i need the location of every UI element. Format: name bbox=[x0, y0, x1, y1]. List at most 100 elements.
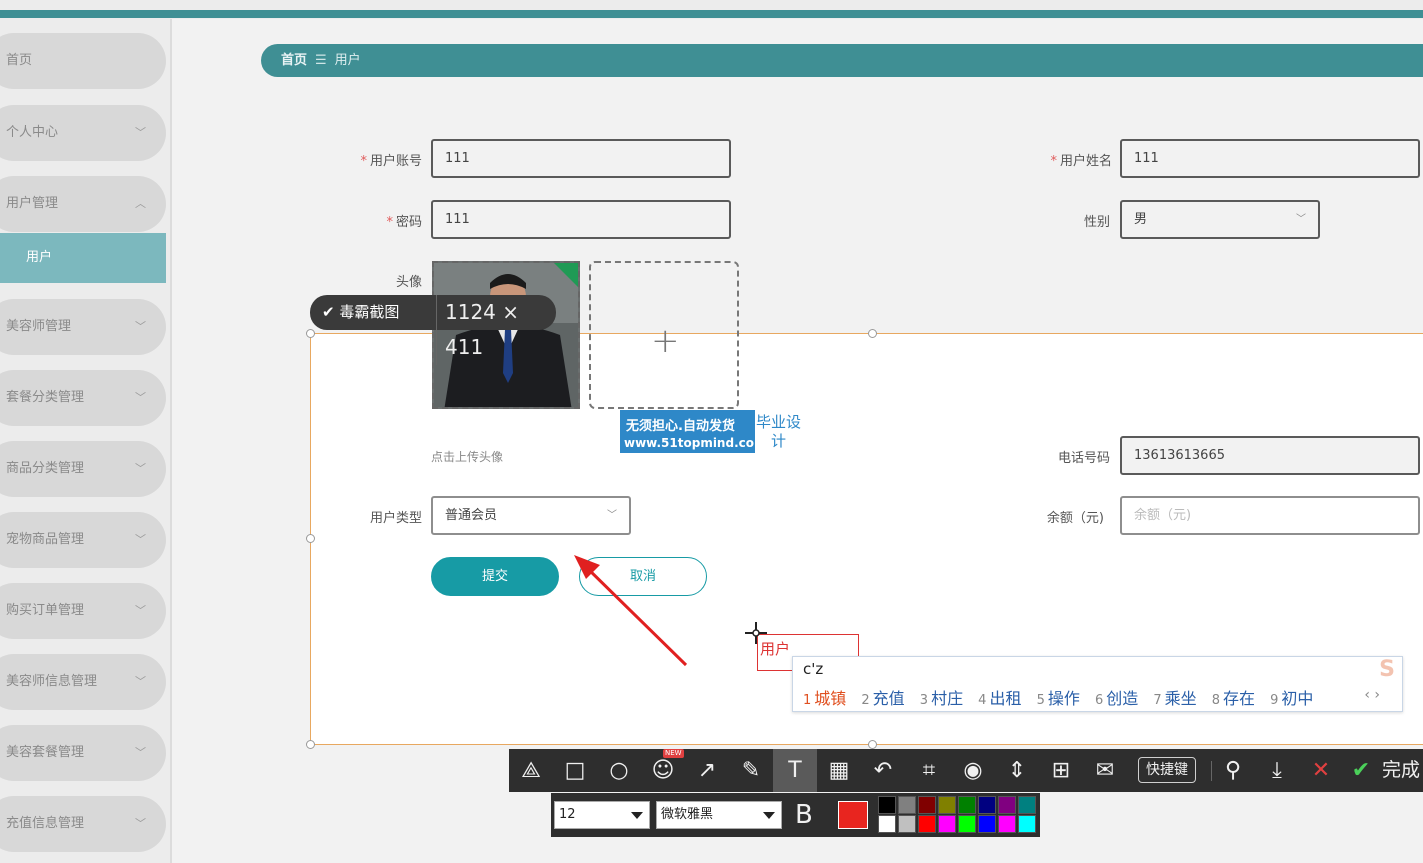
capture-info-badge: ✔ 毒霸截图 1124 × 411 bbox=[310, 295, 556, 365]
breadcrumb-separator-icon: ☰ bbox=[315, 53, 327, 68]
download-icon[interactable]: ⤓ bbox=[1255, 749, 1299, 792]
marker-icon[interactable]: ✎ bbox=[729, 749, 773, 792]
sidebar-item-beautician-management[interactable]: 美容师管理 ﹀ bbox=[0, 299, 166, 355]
sidebar-item-label: 美容师管理 bbox=[6, 319, 72, 334]
color-swatch[interactable] bbox=[998, 815, 1016, 833]
sidebar-item-package-category[interactable]: 套餐分类管理 ﹀ bbox=[0, 370, 166, 426]
user-type-label: 用户类型 bbox=[369, 511, 422, 526]
plus-icon: + bbox=[651, 321, 680, 361]
sidebar-item-home[interactable]: 首页 bbox=[0, 33, 166, 89]
avatar-upload-box[interactable]: + bbox=[589, 261, 739, 409]
chevron-down-icon: ﹀ bbox=[607, 510, 617, 521]
submit-button[interactable]: 提交 bbox=[431, 557, 559, 596]
ocr-icon[interactable]: ⌗ bbox=[907, 749, 951, 792]
sidebar-item-recharge-info[interactable]: 充值信息管理 ﹀ bbox=[0, 796, 166, 852]
name-input[interactable]: 111 bbox=[1120, 139, 1420, 178]
shortcut-button[interactable]: 快捷键 bbox=[1138, 757, 1196, 783]
ime-candidate[interactable]: 6 创造 bbox=[1095, 685, 1138, 709]
chevron-down-icon: ﹀ bbox=[135, 462, 146, 475]
color-swatch[interactable] bbox=[918, 796, 936, 814]
font-size-select[interactable]: 12 bbox=[554, 801, 650, 829]
shape-tool-icon[interactable]: ⟁ bbox=[509, 749, 553, 792]
rectangle-icon[interactable]: □ bbox=[553, 749, 597, 792]
sidebar-item-label: 用户管理 bbox=[6, 196, 59, 211]
color-swatch[interactable] bbox=[958, 796, 976, 814]
annotation-arrow[interactable] bbox=[560, 545, 690, 670]
gender-select[interactable]: 男 ﹀ bbox=[1120, 200, 1320, 239]
password-input[interactable]: 111 bbox=[431, 200, 731, 239]
capture-brand-label: ✔ 毒霸截图 bbox=[322, 303, 400, 321]
chevron-down-icon: ﹀ bbox=[135, 391, 146, 404]
record-icon[interactable]: ◉ bbox=[951, 749, 995, 792]
color-swatch[interactable] bbox=[978, 815, 996, 833]
ime-page-nav[interactable]: ‹ › bbox=[1364, 687, 1380, 703]
check-icon[interactable]: ✔ bbox=[1339, 749, 1383, 792]
breadcrumb-current: 用户 bbox=[334, 53, 361, 68]
sidebar-item-product-category[interactable]: 商品分类管理 ﹀ bbox=[0, 441, 166, 497]
ime-candidate[interactable]: 4 出租 bbox=[978, 685, 1021, 709]
resize-handle[interactable] bbox=[306, 534, 315, 543]
user-type-select[interactable]: 普通会员 ﹀ bbox=[431, 496, 631, 535]
breadcrumb-home[interactable]: 首页 bbox=[281, 53, 307, 68]
resize-handle[interactable] bbox=[868, 740, 877, 749]
text-tool-icon[interactable]: T bbox=[773, 749, 817, 792]
resize-handle[interactable] bbox=[306, 329, 315, 338]
sidebar-item-user-management[interactable]: 用户管理 ︿ bbox=[0, 176, 166, 232]
color-swatch[interactable] bbox=[898, 815, 916, 833]
watermark-logo: 无须担心.自动发货 www.51topmind.com 毕业设计 bbox=[619, 409, 803, 454]
color-swatch[interactable] bbox=[878, 815, 896, 833]
sidebar-item-label: 美容套餐管理 bbox=[6, 745, 85, 760]
ime-candidate-window[interactable]: c'z 1 城镇 2 充值 3 村庄 4 出租 5 操作 6 创造 7 乘坐 8 存在 9 初中 … bbox=[792, 656, 1403, 712]
ime-candidate[interactable]: 2 充值 bbox=[861, 685, 904, 709]
color-swatch[interactable] bbox=[1018, 796, 1036, 814]
sidebar-item-label: 套餐分类管理 bbox=[6, 390, 85, 405]
color-swatch[interactable] bbox=[938, 815, 956, 833]
ime-candidate[interactable]: 7 乘坐 bbox=[1153, 685, 1196, 709]
chevron-down-icon: ﹀ bbox=[135, 320, 146, 333]
balance-input[interactable]: 余额（元) bbox=[1120, 496, 1420, 535]
chevron-down-icon: ﹀ bbox=[1296, 214, 1306, 225]
comment-icon[interactable]: ✉ bbox=[1083, 749, 1127, 792]
sidebar-item-personal-center[interactable]: 个人中心 ﹀ bbox=[0, 105, 166, 161]
current-color-swatch[interactable] bbox=[838, 801, 868, 829]
ellipse-icon[interactable]: ○ bbox=[597, 749, 641, 792]
done-button[interactable]: 完成 bbox=[1382, 749, 1420, 792]
long-screenshot-icon[interactable]: ⇕ bbox=[995, 749, 1039, 792]
sidebar-item-pet-products[interactable]: 宠物商品管理 ﹀ bbox=[0, 512, 166, 568]
font-family-select[interactable]: 微软雅黑 bbox=[656, 801, 782, 829]
undo-icon[interactable]: ↶ bbox=[861, 749, 905, 792]
color-swatch[interactable] bbox=[898, 796, 916, 814]
ime-candidate[interactable]: 8 存在 bbox=[1212, 685, 1255, 709]
phone-input[interactable]: 13613613665 bbox=[1120, 436, 1420, 475]
ime-candidate[interactable]: 1 城镇 bbox=[803, 685, 846, 709]
chevron-down-icon: ﹀ bbox=[135, 604, 146, 617]
color-swatch[interactable] bbox=[978, 796, 996, 814]
resize-handle[interactable] bbox=[868, 329, 877, 338]
account-input[interactable]: 111 bbox=[431, 139, 731, 178]
ime-candidate[interactable]: 3 村庄 bbox=[920, 685, 963, 709]
dropdown-arrow-icon bbox=[631, 812, 643, 819]
resize-handle[interactable] bbox=[306, 740, 315, 749]
ime-candidate[interactable]: 9 初中 bbox=[1270, 685, 1313, 709]
color-swatch[interactable] bbox=[958, 815, 976, 833]
mosaic-icon[interactable]: ▦ bbox=[817, 749, 861, 792]
arrow-icon[interactable]: ↗ bbox=[685, 749, 729, 792]
pin-icon[interactable]: ⚲ bbox=[1211, 749, 1255, 792]
color-swatch[interactable] bbox=[878, 796, 896, 814]
color-swatch[interactable] bbox=[1018, 815, 1036, 833]
color-swatch[interactable] bbox=[998, 796, 1016, 814]
color-swatch[interactable] bbox=[938, 796, 956, 814]
color-swatch[interactable] bbox=[918, 815, 936, 833]
ime-candidate[interactable]: 5 操作 bbox=[1037, 685, 1080, 709]
sidebar-subitem-user[interactable]: 用户 bbox=[0, 233, 166, 283]
add-frame-icon[interactable]: ⊞ bbox=[1039, 749, 1083, 792]
sidebar-item-beauty-packages[interactable]: 美容套餐管理 ﹀ bbox=[0, 725, 166, 781]
ime-logo-icon: S bbox=[1379, 657, 1395, 682]
avatar-upload-hint[interactable]: 点击上传头像 bbox=[431, 448, 503, 465]
sidebar-item-purchase-orders[interactable]: 购买订单管理 ﹀ bbox=[0, 583, 166, 639]
bold-toggle[interactable]: B bbox=[795, 793, 813, 837]
emoji-icon[interactable]: ☺ NEW bbox=[641, 749, 685, 792]
chevron-down-icon: ﹀ bbox=[135, 675, 146, 688]
sidebar-item-beautician-info[interactable]: 美容师信息管理 ﹀ bbox=[0, 654, 166, 710]
close-icon[interactable]: ✕ bbox=[1299, 749, 1343, 792]
